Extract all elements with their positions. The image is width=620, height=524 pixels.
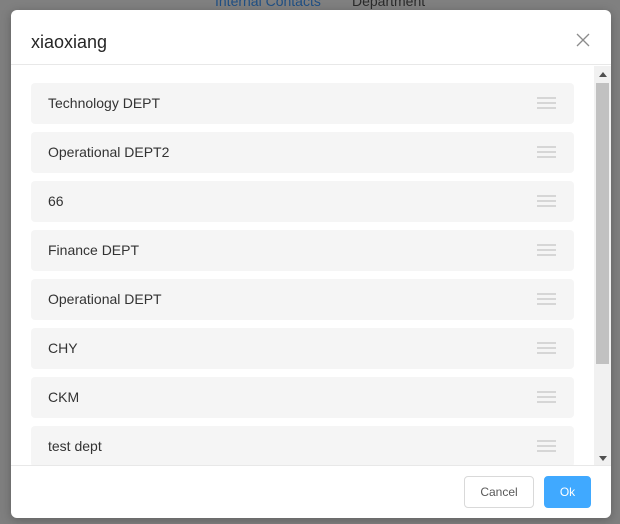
scroll-thumb[interactable] [596,83,609,364]
department-name: CKM [48,389,80,405]
list-item[interactable]: Operational DEPT2 [31,132,574,173]
vertical-scrollbar[interactable] [594,66,611,466]
close-button[interactable] [571,28,595,52]
drag-handle-icon[interactable] [537,293,556,305]
scroll-down-arrow[interactable] [594,450,611,466]
scroll-up-arrow[interactable] [594,66,611,82]
list-item[interactable]: Technology DEPT [31,83,574,124]
drag-handle-icon[interactable] [537,146,556,158]
department-name: Operational DEPT [48,291,162,307]
ok-button[interactable]: Ok [544,476,591,508]
close-icon [576,33,590,47]
list-item[interactable]: CKM [31,377,574,418]
drag-handle-icon[interactable] [537,97,556,109]
backdrop-header: Internal Contacts Department [0,0,620,10]
modal-body: Technology DEPT Operational DEPT2 66 Financ… [11,66,611,466]
sort-departments-modal: xiaoxiang Technology DEPT Operational DEP… [11,10,611,518]
backdrop-tab-department: Department [352,0,426,9]
caret-down-icon [598,455,607,461]
drag-handle-icon[interactable] [537,391,556,403]
drag-handle-icon[interactable] [537,342,556,354]
caret-up-icon [598,71,607,77]
list-item[interactable]: test dept [31,426,574,466]
drag-handle-icon[interactable] [537,440,556,452]
cancel-button[interactable]: Cancel [464,476,534,508]
department-name: Finance DEPT [48,242,140,258]
list-item[interactable]: Finance DEPT [31,230,574,271]
department-name: Technology DEPT [48,95,161,111]
department-name: Operational DEPT2 [48,144,170,160]
modal-title: xiaoxiang [31,32,108,52]
department-name: CHY [48,340,78,356]
department-list: Technology DEPT Operational DEPT2 66 Financ… [31,83,574,466]
list-item[interactable]: CHY [31,328,574,369]
list-item[interactable]: 66 [31,181,574,222]
modal-header: xiaoxiang [11,10,611,65]
department-name: 66 [48,193,64,209]
list-item[interactable]: Operational DEPT [31,279,574,320]
drag-handle-icon[interactable] [537,244,556,256]
modal-footer: Cancel Ok [11,465,611,518]
backdrop-tab-internal-contacts: Internal Contacts [215,0,321,9]
drag-handle-icon[interactable] [537,195,556,207]
department-name: test dept [48,438,102,454]
